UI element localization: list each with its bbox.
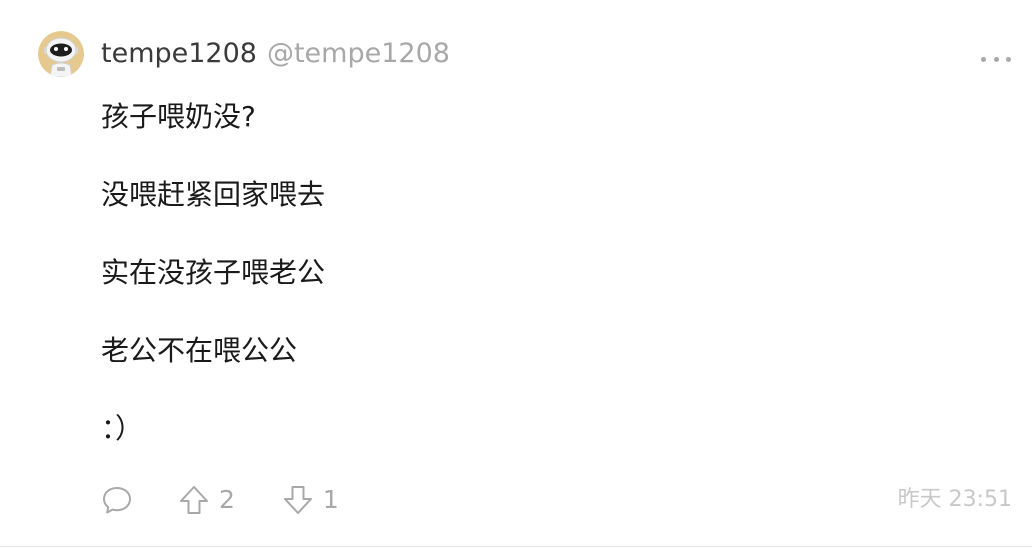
arrow-up-icon (180, 486, 208, 514)
more-dots-icon (981, 56, 986, 62)
more-options-button[interactable] (981, 52, 1011, 66)
post-text-line: 没喂赶紧回家喂去 (101, 178, 326, 211)
comment-bubble-icon (103, 487, 131, 514)
post-body: 孩子喂奶没? 没喂赶紧回家喂去 实在没孩子喂老公 老公不在喂公公 ：） (101, 97, 325, 487)
downvote-button[interactable]: 1 (282, 480, 339, 520)
upvote-count: 2 (219, 485, 235, 514)
author-line: tempe1208 @tempe1208 (101, 36, 450, 72)
author-handle[interactable]: @tempe1208 (267, 36, 450, 72)
post-text-line: 实在没孩子喂老公 (101, 256, 326, 289)
avatar[interactable] (38, 31, 84, 77)
post-actions: 2 1 (101, 480, 339, 520)
more-dots-icon (1006, 56, 1011, 62)
post-card: tempe1208 @tempe1208 孩子喂奶没? 没喂赶紧回家喂去 实在没… (0, 0, 1032, 548)
comment-button[interactable] (101, 484, 133, 516)
divider (0, 546, 1032, 547)
astronaut-avatar-icon (38, 31, 84, 77)
author-name[interactable]: tempe1208 (101, 36, 257, 72)
downvote-count: 1 (322, 485, 339, 514)
upvote-button[interactable]: 2 (178, 480, 235, 520)
post-timestamp: 昨天 23:51 (897, 487, 1012, 512)
post-text-line: 老公不在喂公公 (101, 334, 298, 367)
arrow-down-icon (283, 486, 312, 514)
post-text-line: 孩子喂奶没? (101, 100, 256, 133)
post-text-line: ：） (101, 412, 144, 445)
more-dots-icon (993, 56, 999, 62)
